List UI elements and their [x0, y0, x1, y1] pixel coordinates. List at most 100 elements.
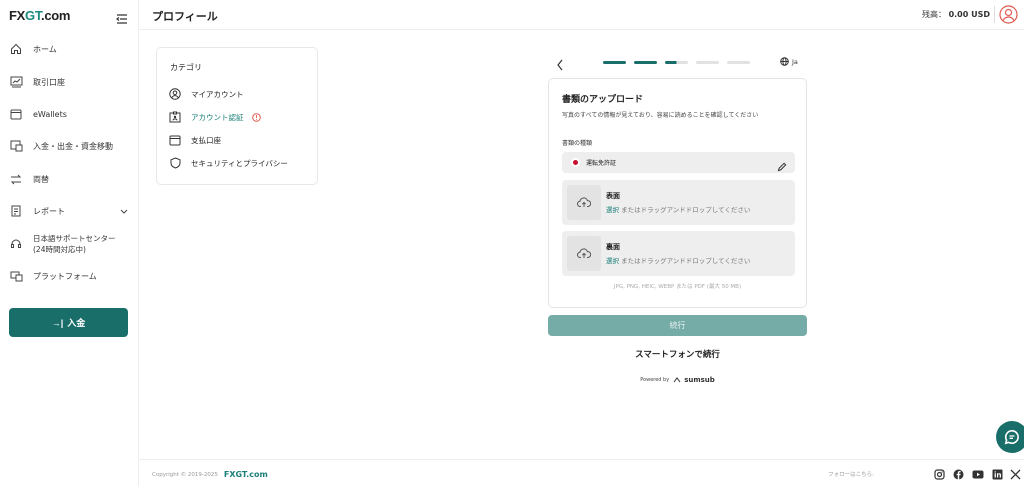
fxgt-logo[interactable]: FXGT.com: [9, 8, 70, 23]
sidebar-item-home[interactable]: ホーム: [9, 42, 131, 56]
powered-by-sumsub: Powered by sumsub: [548, 376, 807, 384]
headset-icon: [9, 237, 23, 251]
avatar-icon[interactable]: [999, 5, 1018, 24]
document-type-label: 書類の種類: [562, 140, 593, 147]
logo-part2: GT: [25, 8, 42, 23]
id-card-icon: [169, 111, 181, 123]
warning-icon: [251, 112, 261, 122]
sidebar-item-exchange[interactable]: 両替: [9, 172, 131, 186]
dropzone-hint: 選択 またはドラッグアンドドロップしてください: [606, 255, 750, 265]
dropzone-hint-text: またはドラッグアンドドロップしてください: [619, 206, 751, 214]
home-icon: [9, 42, 23, 56]
sidebar-item-report[interactable]: レポート: [9, 204, 131, 218]
header-divider: [994, 6, 995, 23]
balance-label: 残高：: [922, 10, 947, 19]
logo-part3: .com: [41, 8, 71, 23]
follow-label: フォローはこちら:: [828, 472, 874, 478]
chat-bubble-icon: [1004, 429, 1020, 445]
live-chat-button[interactable]: [996, 421, 1024, 453]
logo-part1: FX: [9, 8, 26, 23]
copyright-text: Copyright © 2019-2025: [152, 471, 218, 478]
category-item-label: アカウント認証: [191, 112, 244, 122]
select-file-link[interactable]: 選択: [606, 257, 619, 265]
accepted-formats-note: JPG, PNG, HEIC, WEBP または PDF (最大 50 MB): [613, 284, 742, 290]
sidebar-item-label: プラットフォーム: [33, 271, 97, 281]
linkedin-icon[interactable]: [991, 468, 1003, 480]
sidebar-item-platform[interactable]: プラットフォーム: [9, 269, 131, 283]
back-chevron-icon[interactable]: [556, 56, 566, 71]
progress-step: [665, 61, 688, 64]
sidebar-item-label: 日本語サポートセンター: [33, 234, 116, 243]
transfer-icon: [9, 139, 23, 153]
progress-step: [634, 61, 657, 64]
dropzone-hint-text: またはドラッグアンドドロップしてください: [619, 257, 751, 265]
category-item-label: 支払口座: [191, 135, 221, 145]
front-side-dropzone[interactable]: 表面 選択 またはドラッグアンドドロップしてください: [562, 180, 795, 225]
category-item-label: セキュリティとプライバシー: [191, 158, 288, 168]
japan-flag-icon: [571, 158, 580, 167]
x-twitter-icon[interactable]: [1009, 468, 1021, 480]
language-label: Ja: [792, 57, 798, 66]
category-item-my-account[interactable]: マイアカウント: [169, 88, 244, 100]
sidebar-item-label: ホーム: [33, 44, 57, 54]
sidebar-item-ewallets[interactable]: eWallets: [9, 107, 131, 121]
sumsub-logo-icon: [673, 377, 681, 383]
deposit-button[interactable]: →| 入金: [9, 308, 128, 337]
sidebar-item-transfer[interactable]: 入金・出金・資金移動: [9, 139, 131, 153]
progress-step: [696, 61, 719, 64]
category-item-payment-account[interactable]: 支払口座: [169, 134, 221, 146]
progress-step: [603, 61, 626, 64]
platform-icon: [9, 269, 23, 283]
facebook-icon[interactable]: [952, 468, 964, 480]
user-circle-icon: [169, 88, 181, 100]
document-upload-card: 書類のアップロード 写真のすべての情報が見えており、容易に読めることを確認してく…: [548, 78, 807, 308]
select-file-link[interactable]: 選択: [606, 206, 619, 214]
sidebar: FXGT.com ホーム 取引口座 eWallets 入金・出金・資金移動 両替…: [0, 0, 139, 486]
footer: Copyright © 2019-2025 FXGT.com フォローはこちら:: [139, 459, 1024, 486]
report-icon: [9, 204, 23, 218]
upload-cloud-icon: [567, 236, 601, 271]
upload-title: 書類のアップロード: [562, 95, 644, 105]
category-item-account-verification[interactable]: アカウント認証: [169, 111, 261, 123]
page-title: プロフィール: [152, 10, 218, 23]
sidebar-item-sublabel: (24時間対応中): [33, 245, 86, 254]
deposit-label: 入金: [67, 318, 86, 328]
powered-by-label: Powered by: [640, 377, 670, 383]
trading-account-icon: [9, 75, 23, 89]
continue-on-smartphone-link[interactable]: スマートフォンで続行: [548, 348, 807, 360]
collapse-menu-icon[interactable]: [116, 9, 128, 28]
sidebar-item-support[interactable]: 日本語サポートセンター (24時間対応中): [9, 233, 131, 255]
balance-display: 残高： 0.00 USD: [922, 9, 990, 20]
chevron-down-icon[interactable]: [120, 207, 128, 216]
upload-cloud-icon: [567, 185, 601, 220]
sidebar-item-trading-account[interactable]: 取引口座: [9, 75, 131, 89]
category-item-label: マイアカウント: [191, 89, 244, 99]
balance-value: 0.00 USD: [948, 10, 990, 19]
sidebar-item-label: eWallets: [33, 109, 67, 119]
copyright: Copyright © 2019-2025 FXGT.com: [152, 470, 268, 479]
category-card: カテゴリ マイアカウント アカウント認証 支払口座 セキュリティとプライバシー: [156, 47, 318, 185]
youtube-icon[interactable]: [972, 468, 984, 480]
sidebar-item-label: 取引口座: [33, 77, 65, 87]
sidebar-item-label: 入金・出金・資金移動: [33, 141, 113, 151]
dropzone-hint: 選択 またはドラッグアンドドロップしてください: [606, 204, 750, 214]
pencil-icon[interactable]: [777, 157, 787, 176]
sumsub-brand: sumsub: [684, 376, 715, 384]
globe-icon: [780, 57, 792, 66]
language-selector[interactable]: Ja: [780, 57, 798, 66]
footer-site-link[interactable]: FXGT.com: [224, 470, 268, 479]
dropzone-title: 表面: [606, 192, 620, 200]
document-type-value: 運転免許証: [586, 160, 617, 167]
instagram-icon[interactable]: [933, 468, 945, 480]
top-header: プロフィール 残高： 0.00 USD: [139, 0, 1024, 30]
category-item-security-privacy[interactable]: セキュリティとプライバシー: [169, 157, 288, 169]
exchange-icon: [9, 172, 23, 186]
document-type-select[interactable]: 運転免許証: [562, 152, 795, 173]
category-title: カテゴリ: [170, 63, 202, 72]
sidebar-item-label: レポート: [33, 206, 65, 216]
wallet-icon: [9, 107, 23, 121]
shield-icon: [169, 157, 181, 169]
card-icon: [169, 134, 181, 146]
continue-button[interactable]: 続行: [548, 315, 807, 336]
back-side-dropzone[interactable]: 裏面 選択 またはドラッグアンドドロップしてください: [562, 231, 795, 276]
